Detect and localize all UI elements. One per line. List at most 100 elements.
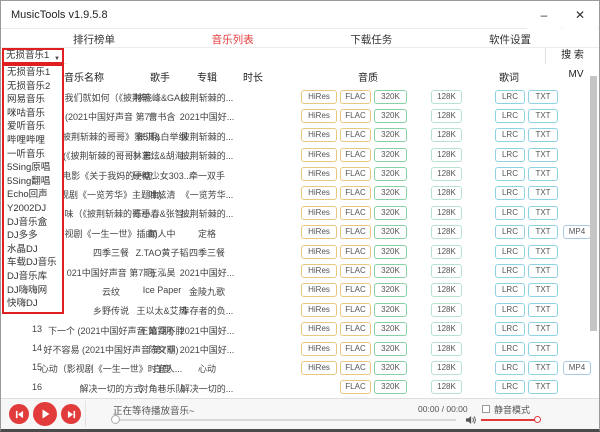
music-source-option[interactable]: 咪咕音乐 [4,107,62,121]
music-source-option[interactable]: DJ音乐盒 [4,216,62,230]
lrc-button[interactable]: LRC [495,109,525,123]
128k-button[interactable]: 128K [431,245,462,259]
320k-button[interactable]: 320K [374,264,407,278]
txt-button[interactable]: TXT [528,109,558,123]
txt-button[interactable]: TXT [528,283,558,297]
table-row[interactable]: 3披荆斩棘的哥哥》第5期)张淇&白举纲披荆斩棘的...HiResFLAC320K… [1,126,591,145]
flac-button[interactable]: FLAC [340,264,371,278]
hires-button[interactable]: HiRes [301,342,337,356]
progress-slider[interactable] [114,419,456,421]
hires-button[interactable]: HiRes [301,148,337,162]
flac-button[interactable]: FLAC [340,167,371,181]
table-row[interactable]: 14好不容易 (2021中国好声音 第7期)陈文非2021中国好...HiRes… [1,339,591,358]
txt-button[interactable]: TXT [528,167,558,181]
hires-button[interactable]: HiRes [301,206,337,220]
table-row[interactable]: 6视剧《一览芳华》主题曲)叶炫清《一览芳华...HiResFLAC320K128… [1,184,591,203]
lrc-button[interactable]: LRC [495,225,525,239]
hires-button[interactable]: HiRes [301,128,337,142]
lrc-button[interactable]: LRC [495,245,525,259]
tab-settings[interactable]: 软件设置 [489,29,531,47]
table-row[interactable]: 13下一个 (2021中国好声音 第7期)王靖雯不胖2021中国好...HiRe… [1,320,591,339]
lrc-button[interactable]: LRC [495,206,525,220]
table-row[interactable]: 8视剧《一生一世》插曲)颜人中定格HiResFLAC320K128KLRCTXT… [1,223,591,242]
tab-ranking[interactable]: 排行榜单 [73,29,115,47]
320k-button[interactable]: 320K [374,245,407,259]
table-row[interactable]: 1我们就如何（《披荆斩...林晓峰&GAI...披荆斩棘的...HiResFLA… [1,87,591,106]
music-source-option[interactable]: 爱听音乐 [4,120,62,134]
lrc-button[interactable]: LRC [495,186,525,200]
music-source-option[interactable]: 无损音乐1 [4,66,62,80]
table-row[interactable]: 11云纹Ice Paper金陵九歌HiResFLAC320K128KLRCTXT [1,281,591,300]
mp4-button[interactable]: MP4 [563,225,591,239]
hires-button[interactable]: HiRes [301,109,337,123]
hires-button[interactable]: HiRes [301,322,337,336]
flac-button[interactable]: FLAC [340,225,371,239]
txt-button[interactable]: TXT [528,90,558,104]
play-button[interactable] [33,402,57,426]
music-source-option[interactable]: DJ音乐库 [4,270,62,284]
128k-button[interactable]: 128K [431,303,462,317]
txt-button[interactable]: TXT [528,206,558,220]
txt-button[interactable]: TXT [528,264,558,278]
music-source-option[interactable]: DJ嗨嗨网 [4,284,62,298]
music-source-option[interactable]: Y2002DJ [4,202,62,216]
hires-button[interactable]: HiRes [301,90,337,104]
320k-button[interactable]: 320K [374,342,407,356]
tab-music-list[interactable]: 音乐列表 [212,29,254,47]
txt-button[interactable]: TXT [528,225,558,239]
128k-button[interactable]: 128K [431,322,462,336]
320k-button[interactable]: 320K [374,283,407,297]
128k-button[interactable]: 128K [431,128,462,142]
music-source-option[interactable]: 5Sing原唱 [4,161,62,175]
128k-button[interactable]: 128K [431,186,462,200]
table-row[interactable]: 12乡野传说王以太&艾热幸存者的负...HiResFLAC320K128KLRC… [1,300,591,319]
lrc-button[interactable]: LRC [495,148,525,162]
hires-button[interactable]: HiRes [301,225,337,239]
320k-button[interactable]: 320K [374,380,407,394]
tab-download-tasks[interactable]: 下载任务 [350,29,392,47]
music-source-option[interactable]: Echo回声 [4,188,62,202]
320k-button[interactable]: 320K [374,109,407,123]
music-source-option[interactable]: 快嗨DJ [4,297,62,311]
previous-track-button[interactable] [9,404,29,424]
flac-button[interactable]: FLAC [340,342,371,356]
hires-button[interactable]: HiRes [301,361,337,375]
lrc-button[interactable]: LRC [495,167,525,181]
txt-button[interactable]: TXT [528,380,558,394]
search-input[interactable] [67,48,545,64]
128k-button[interactable]: 128K [431,264,462,278]
flac-button[interactable]: FLAC [340,206,371,220]
320k-button[interactable]: 320K [374,361,407,375]
music-source-option[interactable]: 一听音乐 [4,148,62,162]
music-source-option[interactable]: 哔哩哔哩 [4,134,62,148]
128k-button[interactable]: 128K [431,90,462,104]
music-source-option[interactable]: 5Sing翻唱 [4,175,62,189]
table-row[interactable]: 10021中国好声音 第7期)王泓昊2021中国好...HiResFLAC320… [1,262,591,281]
flac-button[interactable]: FLAC [340,90,371,104]
128k-button[interactable]: 128K [431,167,462,181]
hires-button[interactable]: HiRes [301,264,337,278]
320k-button[interactable]: 320K [374,128,407,142]
vertical-scrollbar-thumb[interactable] [590,76,597,331]
320k-button[interactable]: 320K [374,148,407,162]
txt-button[interactable]: TXT [528,322,558,336]
music-source-select[interactable]: 无损音乐1 ▼ [2,48,64,64]
txt-button[interactable]: TXT [528,128,558,142]
music-source-option[interactable]: 水晶DJ [4,243,62,257]
table-row[interactable]: 5电影《关于我妈的一切...硬糖少女303...牵一双手HiResFLAC320… [1,165,591,184]
hires-button[interactable]: HiRes [301,186,337,200]
flac-button[interactable]: FLAC [340,109,371,123]
128k-button[interactable]: 128K [431,206,462,220]
128k-button[interactable]: 128K [431,342,462,356]
lrc-button[interactable]: LRC [495,90,525,104]
table-row[interactable]: 16解决一切的方式对角巷乐队解决一切的...HiResFLAC320K128KL… [1,378,591,397]
flac-button[interactable]: FLAC [340,245,371,259]
music-source-option[interactable]: 车载DJ音乐 [4,256,62,270]
music-source-option[interactable]: 网易音乐 [4,93,62,107]
volume-slider[interactable] [481,419,539,421]
txt-button[interactable]: TXT [528,245,558,259]
lrc-button[interactable]: LRC [495,322,525,336]
table-row[interactable]: 9四季三餐Z.TAO黄子韬四季三餐HiResFLAC320K128KLRCTXT [1,242,591,261]
128k-button[interactable]: 128K [431,148,462,162]
table-row[interactable]: 7味（《披荆斩棘的哥哥...陈小春&张智...披荆斩棘的...HiResFLAC… [1,203,591,222]
